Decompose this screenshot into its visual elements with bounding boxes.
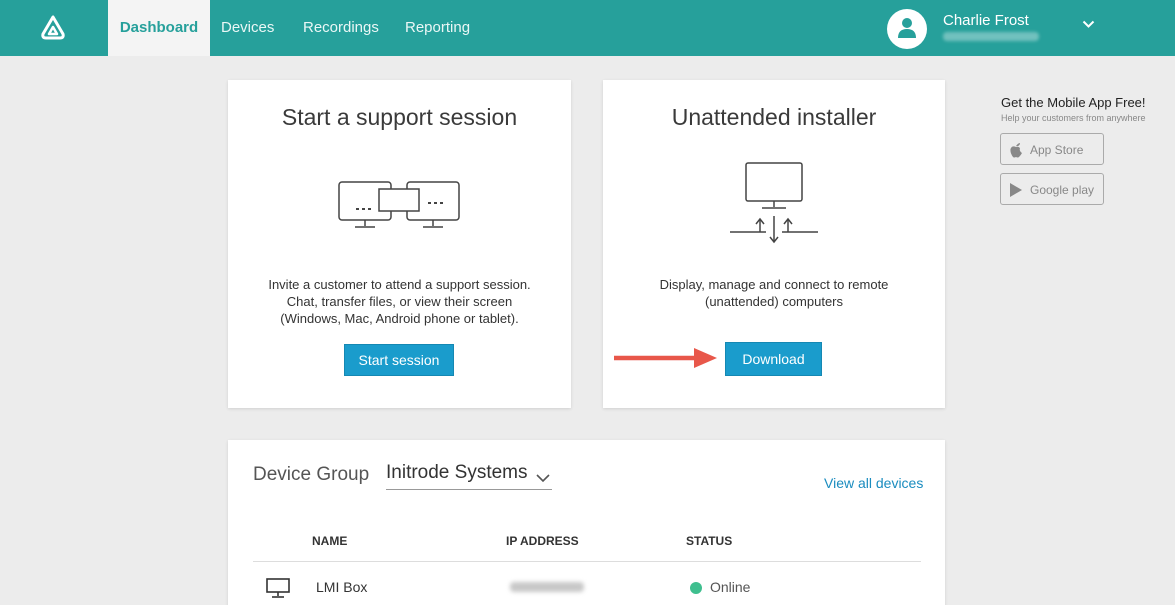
column-header-status[interactable]: STATUS <box>686 534 732 548</box>
view-all-devices-link[interactable]: View all devices <box>824 475 923 491</box>
table-divider <box>253 561 921 562</box>
network-computer-icon <box>730 162 818 244</box>
google-play-label: Google play <box>1030 183 1095 197</box>
tab-reporting[interactable]: Reporting <box>405 0 470 56</box>
user-icon <box>898 18 916 38</box>
mobile-app-title: Get the Mobile App Free! <box>1001 95 1146 110</box>
top-bar: Dashboard Devices Recordings Reporting C… <box>0 0 1175 56</box>
download-button[interactable]: Download <box>725 342 822 376</box>
avatar[interactable] <box>887 9 927 49</box>
app-store-label: App Store <box>1030 143 1084 157</box>
device-group-value: Initrode Systems <box>386 462 528 483</box>
online-status-dot <box>690 582 702 594</box>
device-group-select[interactable]: Initrode Systems <box>386 462 552 490</box>
app-store-button[interactable]: App Store <box>1000 133 1104 165</box>
device-group-label: Device Group <box>253 464 370 485</box>
column-header-ip-address[interactable]: IP ADDRESS <box>506 534 579 548</box>
mobile-app-subtitle: Help your customers from anywhere <box>1001 113 1146 123</box>
installer-card-description: Display, manage and connect to remote (u… <box>659 277 889 309</box>
user-email-redacted <box>943 32 1039 41</box>
tab-dashboard[interactable]: Dashboard <box>108 0 210 56</box>
monitor-icon <box>266 578 290 598</box>
tab-devices[interactable]: Devices <box>221 0 274 56</box>
google-play-icon <box>1010 183 1022 197</box>
support-card-description: Invite a customer to attend a support se… <box>268 277 531 326</box>
user-name[interactable]: Charlie Frost <box>943 12 1029 29</box>
device-status: Online <box>710 579 751 595</box>
support-card-title: Start a support session <box>281 104 518 130</box>
column-header-name[interactable]: NAME <box>312 534 347 548</box>
logmein-logo-icon[interactable] <box>38 14 68 42</box>
apple-icon <box>1010 143 1022 158</box>
chevron-down-icon <box>536 474 550 483</box>
support-session-card: Start a support session Invite a custome… <box>228 80 571 408</box>
device-name[interactable]: LMI Box <box>316 579 367 595</box>
red-arrow-icon <box>614 348 717 368</box>
installer-card-title: Unattended installer <box>671 104 877 130</box>
google-play-button[interactable]: Google play <box>1000 173 1104 205</box>
ip-address-redacted <box>510 582 584 592</box>
tab-recordings[interactable]: Recordings <box>303 0 379 56</box>
start-session-button[interactable]: Start session <box>344 344 454 376</box>
screen-sharing-icon <box>338 181 460 228</box>
chevron-down-icon[interactable] <box>1082 20 1095 29</box>
